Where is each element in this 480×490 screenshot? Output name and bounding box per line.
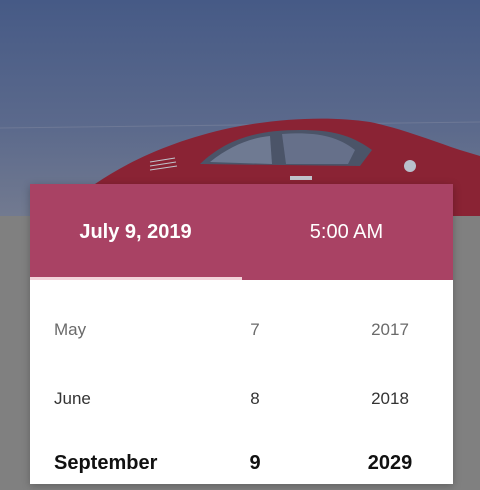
month-option-selected[interactable]: September bbox=[54, 452, 214, 475]
tab-time[interactable]: 5:00 AM bbox=[241, 184, 452, 280]
year-option-selected[interactable]: 2029 bbox=[350, 452, 430, 475]
day-option-selected[interactable]: 9 bbox=[220, 452, 290, 475]
month-option[interactable]: June bbox=[54, 389, 214, 409]
picker-header: July 9, 2019 5:00 AM bbox=[30, 184, 453, 280]
date-time-picker-dialog: July 9, 2019 5:00 AM May June September … bbox=[30, 184, 453, 484]
day-option[interactable]: 8 bbox=[220, 389, 290, 409]
day-wheel[interactable]: 7 8 9 bbox=[220, 280, 290, 490]
tab-date[interactable]: July 9, 2019 bbox=[30, 184, 241, 280]
day-option[interactable]: 7 bbox=[220, 320, 290, 340]
year-wheel[interactable]: 2017 2018 2029 bbox=[350, 280, 430, 490]
year-option[interactable]: 2017 bbox=[350, 320, 430, 340]
month-option[interactable]: May bbox=[54, 320, 214, 340]
month-wheel[interactable]: May June September bbox=[54, 280, 214, 490]
year-option[interactable]: 2018 bbox=[350, 389, 430, 409]
